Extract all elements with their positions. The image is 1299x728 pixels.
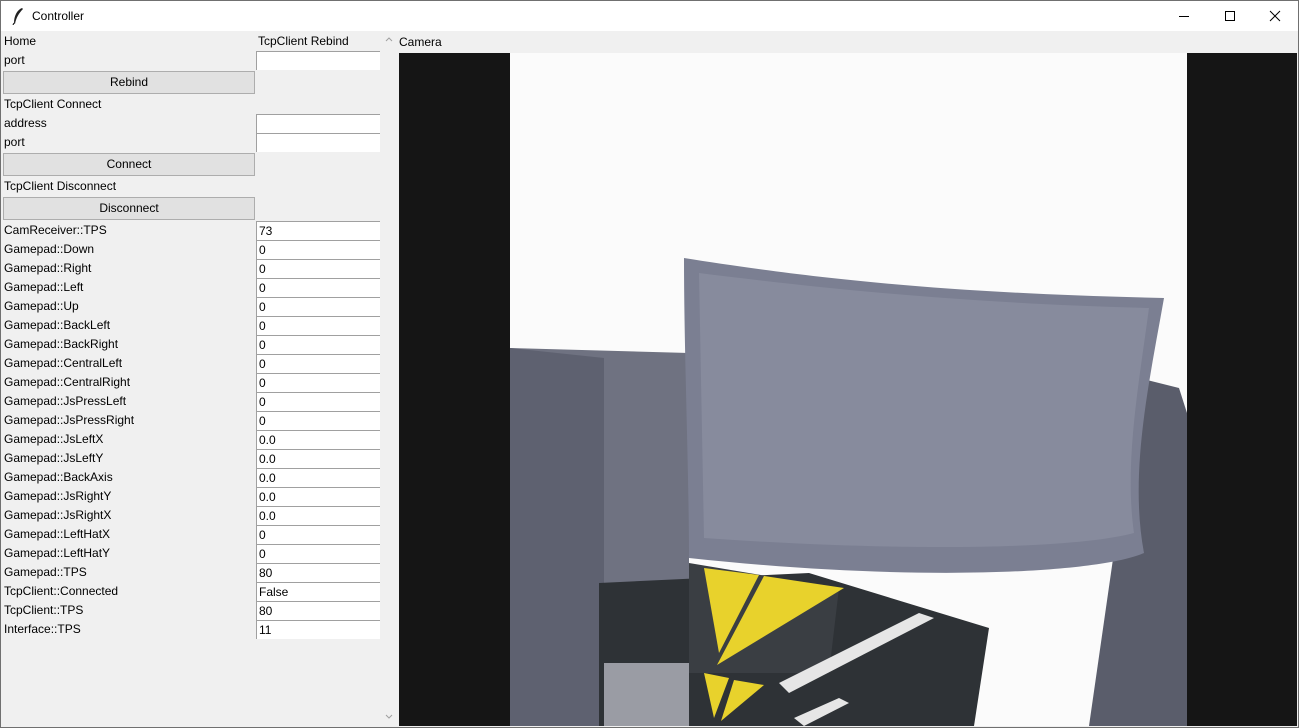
app-window: Controller Home TcpClient Rebind port Re…: [0, 0, 1299, 728]
connect-section-title: TcpClient Connect: [4, 97, 102, 111]
stat-value[interactable]: [256, 411, 380, 430]
control-panel: Home TcpClient Rebind port Rebind TcpCli…: [2, 32, 380, 727]
camera-view: [399, 53, 1297, 726]
stat-label: Gamepad::BackRight: [4, 337, 119, 351]
minimize-icon: [1179, 16, 1189, 17]
stat-label: Gamepad::JsRightX: [4, 508, 112, 522]
stat-value[interactable]: [256, 259, 380, 278]
stat-label: Gamepad::BackLeft: [4, 318, 111, 332]
stat-value[interactable]: [256, 487, 380, 506]
close-button[interactable]: [1252, 1, 1298, 31]
minimize-button[interactable]: [1161, 1, 1207, 31]
stat-value[interactable]: [256, 582, 380, 601]
rebind-section-title: TcpClient Rebind: [258, 34, 349, 48]
stat-label: Gamepad::Right: [4, 261, 92, 275]
stat-value[interactable]: [256, 430, 380, 449]
stat-value[interactable]: [256, 221, 380, 240]
rebind-button[interactable]: Rebind: [3, 71, 255, 94]
stat-label: Gamepad::TPS: [4, 565, 87, 579]
stat-label: Gamepad::LeftHatY: [4, 546, 111, 560]
stat-label: TcpClient::TPS: [4, 603, 84, 617]
connect-port-input[interactable]: [256, 133, 380, 152]
stat-label: Gamepad::CentralLeft: [4, 356, 123, 370]
title-bar: Controller: [1, 1, 1298, 31]
stat-value[interactable]: [256, 468, 380, 487]
window-title: Controller: [32, 9, 85, 23]
stat-value[interactable]: [256, 373, 380, 392]
stat-label: Gamepad::Left: [4, 280, 84, 294]
camera-frame-image: [399, 53, 1297, 726]
home-label: Home: [4, 34, 37, 48]
disconnect-section-title: TcpClient Disconnect: [4, 179, 117, 193]
stat-value[interactable]: [256, 278, 380, 297]
maximize-button[interactable]: [1207, 1, 1253, 31]
panel-scrollbar[interactable]: [381, 32, 397, 727]
stat-value[interactable]: [256, 354, 380, 373]
stat-label: CamReceiver::TPS: [4, 223, 107, 237]
stat-value[interactable]: [256, 240, 380, 259]
maximize-icon: [1225, 11, 1235, 21]
stat-value[interactable]: [256, 335, 380, 354]
stat-label: Gamepad::JsLeftX: [4, 432, 104, 446]
rebind-port-label: port: [4, 53, 25, 67]
chevron-down-icon[interactable]: [385, 714, 393, 720]
stat-value[interactable]: [256, 525, 380, 544]
stat-value[interactable]: [256, 544, 380, 563]
close-icon: [1269, 10, 1281, 22]
stat-value[interactable]: [256, 506, 380, 525]
stat-value[interactable]: [256, 316, 380, 335]
stat-label: Gamepad::Down: [4, 242, 95, 256]
disconnect-button[interactable]: Disconnect: [3, 197, 255, 220]
stat-value[interactable]: [256, 563, 380, 582]
chevron-up-icon[interactable]: [385, 36, 393, 42]
stat-label: TcpClient::Connected: [4, 584, 119, 598]
rebind-port-input[interactable]: [256, 51, 380, 70]
stat-label: Gamepad::CentralRight: [4, 375, 131, 389]
connect-button[interactable]: Connect: [3, 153, 255, 176]
connect-port-label: port: [4, 135, 25, 149]
stat-label: Gamepad::Up: [4, 299, 79, 313]
connect-address-label: address: [4, 116, 47, 130]
stat-label: Gamepad::JsLeftY: [4, 451, 104, 465]
stat-value[interactable]: [256, 601, 380, 620]
stat-label: Gamepad::JsPressLeft: [4, 394, 127, 408]
stat-label: Gamepad::LeftHatX: [4, 527, 111, 541]
stat-value[interactable]: [256, 620, 380, 639]
feather-icon: [12, 8, 23, 25]
camera-label: Camera: [399, 35, 442, 49]
stat-value[interactable]: [256, 449, 380, 468]
stat-value[interactable]: [256, 297, 380, 316]
stat-label: Gamepad::JsRightY: [4, 489, 112, 503]
stat-label: Gamepad::JsPressRight: [4, 413, 135, 427]
stat-value[interactable]: [256, 392, 380, 411]
connect-address-input[interactable]: [256, 114, 380, 133]
stat-label: Gamepad::BackAxis: [4, 470, 113, 484]
stat-label: Interface::TPS: [4, 622, 81, 636]
